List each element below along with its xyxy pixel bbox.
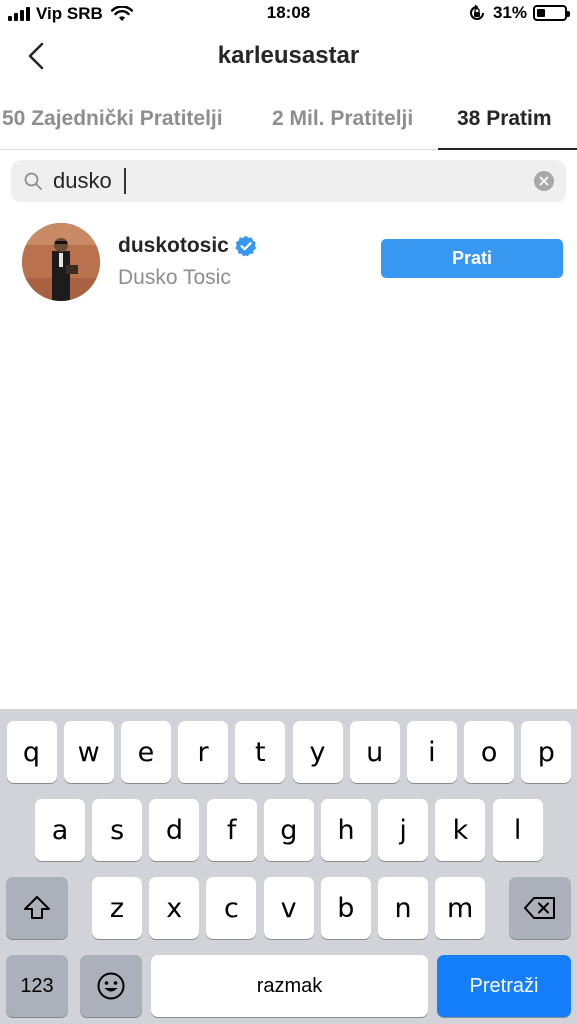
key-t[interactable]: t: [235, 721, 286, 783]
battery-icon: [533, 5, 570, 21]
shift-key[interactable]: [6, 877, 68, 939]
key-y[interactable]: y: [292, 721, 343, 783]
key-c[interactable]: c: [206, 877, 257, 939]
active-tab-indicator: [438, 148, 577, 150]
key-f[interactable]: f: [206, 799, 257, 861]
key-l[interactable]: l: [492, 799, 543, 861]
tab-mutual-followers[interactable]: 50 Zajednički Pratitelji: [2, 107, 223, 131]
avatar[interactable]: [22, 223, 100, 301]
key-p[interactable]: p: [521, 721, 572, 783]
space-key[interactable]: razmak: [151, 955, 428, 1017]
key-k[interactable]: k: [435, 799, 486, 861]
key-i[interactable]: i: [406, 721, 457, 783]
tab-following[interactable]: 38 Pratim: [457, 107, 552, 131]
username-wrap: duskotosic: [118, 234, 257, 258]
key-q[interactable]: q: [6, 721, 57, 783]
orientation-lock-icon: [470, 4, 484, 20]
emoji-icon: [97, 972, 125, 1000]
search-return-key[interactable]: Pretraži: [437, 955, 571, 1017]
full-name: Dusko Tosic: [118, 266, 231, 289]
key-z[interactable]: z: [92, 877, 142, 939]
username[interactable]: duskotosic: [118, 234, 229, 258]
key-w[interactable]: w: [63, 721, 114, 783]
key-s[interactable]: s: [92, 799, 143, 861]
key-h[interactable]: h: [321, 799, 371, 861]
key-b[interactable]: b: [320, 877, 371, 939]
search-icon: [24, 172, 42, 190]
tab-bar: 50 Zajednički Pratitelji 2 Mil. Pratitel…: [0, 95, 577, 150]
numbers-key[interactable]: 123: [6, 955, 68, 1017]
key-d[interactable]: d: [149, 799, 200, 861]
key-x[interactable]: x: [149, 877, 200, 939]
tab-followers[interactable]: 2 Mil. Pratitelji: [272, 107, 413, 131]
status-bar: Vip SRB 18:08 31%: [0, 0, 577, 28]
key-n[interactable]: n: [378, 877, 428, 939]
key-a[interactable]: a: [35, 799, 85, 861]
text-caret: [124, 168, 126, 194]
page-title: karleusastar: [217, 42, 360, 69]
battery-percent: 31%: [492, 3, 527, 22]
shift-icon: [24, 896, 50, 919]
verified-badge-icon: [235, 235, 257, 257]
list-item[interactable]: duskotosic Dusko Tosic Prati: [0, 220, 577, 304]
key-r[interactable]: r: [178, 721, 229, 783]
key-m[interactable]: m: [435, 877, 486, 939]
emoji-key[interactable]: [80, 955, 142, 1017]
clear-search-button[interactable]: [534, 171, 554, 191]
close-icon: [539, 176, 549, 186]
key-g[interactable]: g: [263, 799, 314, 861]
key-o[interactable]: o: [464, 721, 515, 783]
key-v[interactable]: v: [263, 877, 314, 939]
keyboard: 123 razmak Pretraži qwertyuiop asdfghjkl z…: [0, 709, 577, 1024]
key-e[interactable]: e: [120, 721, 171, 783]
header: karleusastar: [0, 28, 577, 88]
key-j[interactable]: j: [378, 799, 429, 861]
search-bar: [11, 160, 566, 202]
key-u[interactable]: u: [349, 721, 400, 783]
battery-fill: [537, 9, 545, 17]
follow-button[interactable]: Prati: [381, 239, 563, 278]
status-right: 31%: [467, 3, 570, 23]
backspace-key[interactable]: [509, 877, 571, 939]
backspace-icon: [524, 897, 555, 919]
avatar-image: [22, 223, 100, 301]
